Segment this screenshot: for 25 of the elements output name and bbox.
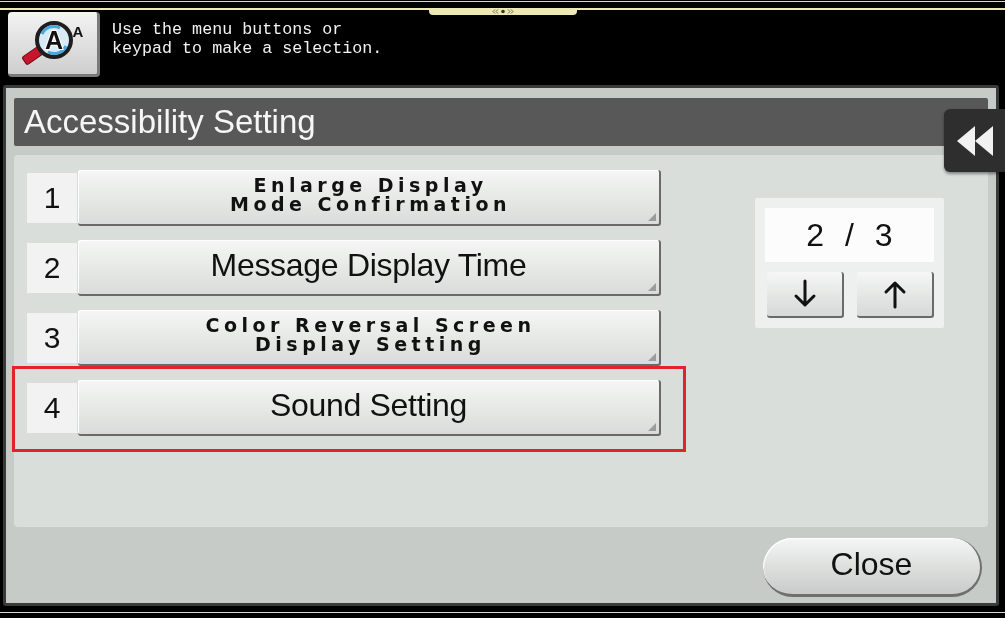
enlarge-display-button[interactable]: A A: [8, 12, 100, 77]
item-number: 2: [27, 243, 77, 293]
corner-triangle-icon: [648, 353, 656, 361]
corner-triangle-icon: [648, 283, 656, 291]
page-up-button[interactable]: [857, 272, 934, 318]
menu-item-button[interactable]: Message Display Time: [78, 240, 661, 296]
corner-triangle-icon: [648, 213, 656, 221]
pull-down-handle[interactable]: [428, 8, 577, 15]
page-counter: 2 / 3: [765, 208, 934, 262]
corner-triangle-icon: [648, 423, 656, 431]
arrow-down-icon: [792, 279, 817, 309]
item-number: 4: [27, 383, 77, 433]
menu-item-button[interactable]: Sound Setting: [78, 380, 661, 436]
item-number: 3: [27, 313, 77, 363]
menu-item-button[interactable]: Color Reversal Screen Display Setting: [78, 310, 661, 366]
instruction-message: Use the menu buttons or keypad to make a selection.: [112, 20, 384, 58]
arrow-up-icon: [882, 279, 907, 309]
double-left-triangle-icon: [956, 125, 993, 156]
item-number: 1: [27, 173, 77, 223]
grip-icon: [491, 9, 514, 14]
menu-item-button[interactable]: Enlarge Display Mode Confirmation: [78, 170, 661, 226]
page-down-button[interactable]: [767, 272, 844, 318]
title-bar: Accessibility Setting: [14, 98, 988, 146]
collapse-button[interactable]: [944, 109, 1005, 172]
close-button[interactable]: Close: [763, 538, 982, 597]
